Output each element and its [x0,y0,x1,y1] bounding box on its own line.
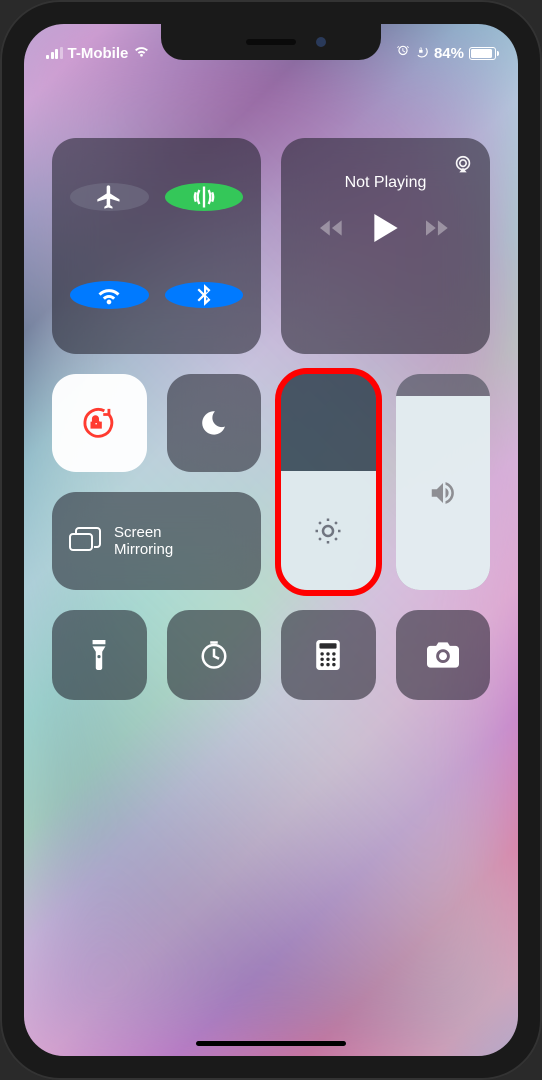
airplay-icon[interactable] [452,154,474,181]
connectivity-panel[interactable] [52,138,261,354]
bluetooth-button[interactable] [165,282,244,308]
phone-frame: T-Mobile 84% [0,0,542,1080]
status-right: 84% [396,38,496,68]
screen-mirror-label-1: Screen [114,524,173,541]
cellular-data-button[interactable] [165,183,244,211]
flashlight-button[interactable] [52,610,147,700]
do-not-disturb-button[interactable] [167,374,262,472]
media-state-label: Not Playing [345,174,427,192]
media-controls [320,214,452,247]
alarm-icon [396,44,410,62]
orientation-lock-button[interactable] [52,374,147,472]
wifi-icon [133,45,150,62]
brightness-icon [313,516,343,546]
camera-button[interactable] [396,610,491,700]
volume-slider[interactable] [396,374,491,590]
previous-track-button[interactable] [320,218,346,243]
orientation-lock-icon [415,44,429,62]
notch [161,24,381,60]
cellular-signal-icon [46,47,63,59]
screen: T-Mobile 84% [24,24,518,1056]
calculator-button[interactable] [281,610,376,700]
home-indicator[interactable] [196,1041,346,1046]
status-left: T-Mobile [46,38,150,68]
screen-mirroring-button[interactable]: Screen Mirroring [52,492,261,590]
battery-icon [469,47,496,60]
screen-mirror-label-2: Mirroring [114,541,173,558]
screen-mirroring-icon [68,526,102,556]
volume-icon [428,478,458,508]
brightness-slider[interactable] [281,374,376,590]
carrier-label: T-Mobile [68,45,129,62]
timer-button[interactable] [167,610,262,700]
media-panel[interactable]: Not Playing [281,138,490,354]
airplane-mode-button[interactable] [70,183,149,211]
play-button[interactable] [374,214,398,247]
battery-percent: 84% [434,45,464,62]
control-center: Not Playing [24,68,518,708]
next-track-button[interactable] [426,218,452,243]
wifi-button[interactable] [70,281,149,309]
